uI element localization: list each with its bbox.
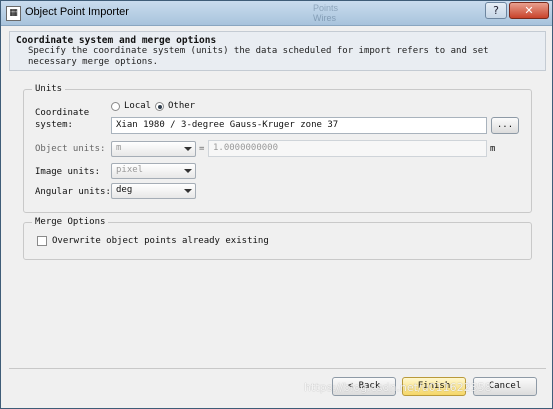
background-window-ghost: Points Wires — [313, 1, 463, 23]
overwrite-checkbox-label[interactable]: Overwrite object points already existing — [52, 236, 269, 246]
coordinate-system-field[interactable]: Xian 1980 / 3-degree Gauss-Kruger zone 3… — [111, 117, 487, 134]
coordinate-system-label: Coordinate — [35, 108, 90, 118]
coordinate-system-label-2: system: — [35, 120, 73, 130]
image-units-value: pixel — [116, 165, 144, 175]
image-units-select[interactable]: pixel — [111, 163, 196, 179]
page-description: Specify the coordinate system (units) th… — [28, 46, 489, 67]
merge-options-legend: Merge Options — [32, 217, 109, 227]
unit-factor-suffix: m — [490, 144, 496, 154]
finish-button[interactable]: Finish — [402, 377, 466, 396]
other-radio[interactable] — [155, 102, 164, 111]
back-button[interactable]: < Back — [332, 377, 396, 396]
local-radio-label[interactable]: Local — [124, 101, 151, 111]
dialog-window: ▦ Object Point Importer Points Wires ? ✕… — [0, 0, 553, 409]
title-bar[interactable]: ▦ Object Point Importer Points Wires ? ✕ — [1, 1, 552, 26]
angular-units-value: deg — [116, 185, 133, 195]
other-radio-label[interactable]: Other — [168, 101, 195, 111]
window-title: Object Point Importer — [25, 6, 129, 18]
overwrite-checkbox[interactable] — [37, 236, 47, 246]
browse-button[interactable]: ... — [491, 117, 519, 134]
equals-sign: = — [199, 144, 205, 154]
object-units-label: Object units: — [35, 144, 106, 154]
chevron-down-icon — [184, 147, 192, 151]
angular-units-label: Angular units: — [35, 187, 111, 197]
cancel-button[interactable]: Cancel — [473, 377, 537, 396]
help-button[interactable]: ? — [485, 2, 507, 19]
chevron-down-icon — [184, 169, 192, 173]
units-group-legend: Units — [32, 84, 66, 94]
merge-options-group: Merge Options Overwrite object points al… — [23, 217, 532, 260]
units-group: Units Coordinate system: Local Other Xia… — [23, 84, 532, 213]
close-button[interactable]: ✕ — [509, 2, 549, 19]
angular-units-select[interactable]: deg — [111, 183, 196, 199]
unit-factor-field[interactable]: 1.0000000000 — [208, 140, 487, 157]
ghost-text: Wires — [313, 13, 336, 23]
footer-divider — [9, 368, 546, 369]
page-title: Coordinate system and merge options — [16, 35, 217, 46]
app-icon: ▦ — [6, 6, 21, 21]
ghost-text: Points — [313, 3, 339, 13]
object-units-select[interactable]: m — [111, 141, 196, 157]
image-units-label: Image units: — [35, 167, 101, 177]
local-radio[interactable] — [111, 102, 120, 111]
wizard-header: Coordinate system and merge options Spec… — [9, 31, 546, 71]
chevron-down-icon — [184, 189, 192, 193]
object-units-value: m — [116, 143, 122, 153]
